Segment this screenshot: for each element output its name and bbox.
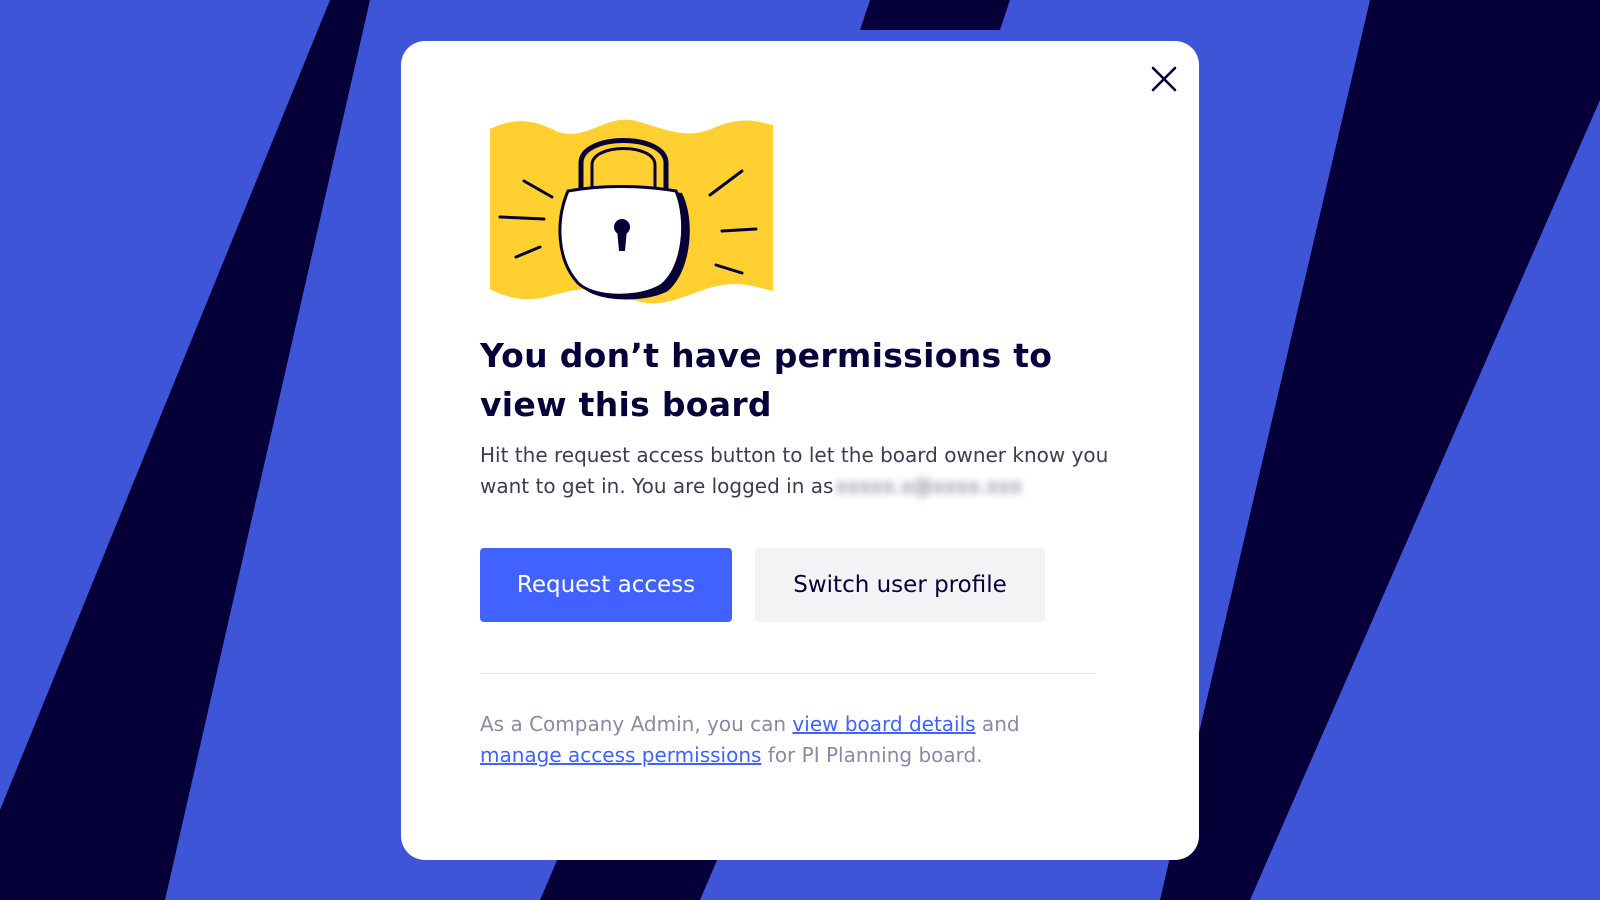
stripe-left (0, 0, 370, 900)
stripe-right (1160, 0, 1600, 900)
request-access-button[interactable]: Request access (480, 548, 732, 622)
view-board-details-link[interactable]: view board details (792, 712, 975, 736)
close-button[interactable] (1142, 57, 1186, 101)
dialog-title: You don’t have permissions to view this … (480, 336, 1053, 424)
admin-note-suffix: for PI Planning board. (761, 743, 983, 767)
blurred-email: xxxxx.x@xxxx.xxx (835, 474, 1023, 498)
close-icon (1151, 66, 1177, 92)
permission-dialog: You don’t have permissions to view this … (401, 41, 1199, 860)
admin-note-middle: and (975, 712, 1020, 736)
dialog-description: Hit the request access button to let the… (480, 440, 1120, 502)
switch-user-profile-button[interactable]: Switch user profile (755, 548, 1045, 622)
padlock-icon (490, 119, 773, 304)
admin-note: As a Company Admin, you can view board d… (480, 709, 1120, 771)
manage-access-permissions-link[interactable]: manage access permissions (480, 743, 761, 767)
divider (480, 673, 1096, 674)
admin-note-prefix: As a Company Admin, you can (480, 712, 793, 736)
stripe-top (860, 0, 1010, 30)
page-background: You don’t have permissions to view this … (0, 0, 1600, 900)
